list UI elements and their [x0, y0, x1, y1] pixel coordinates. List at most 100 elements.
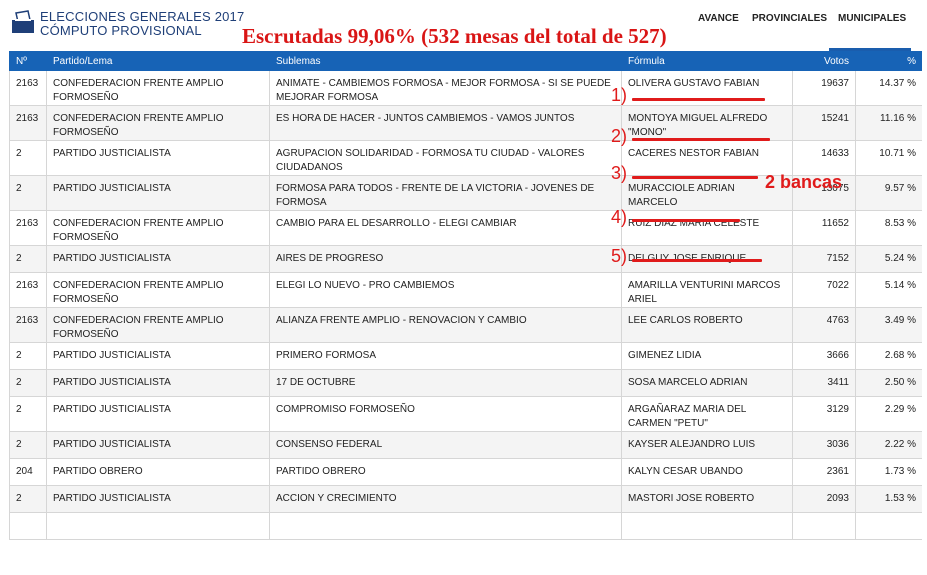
cell-number: 2163	[9, 210, 47, 246]
cell-formula	[621, 512, 793, 540]
annotation-underline-5	[632, 259, 762, 262]
cell-formula: LEE CARLOS ROBERTO	[621, 307, 793, 343]
cell-votes: 3036	[792, 431, 856, 459]
cell-percent: 3.49 %	[855, 307, 922, 343]
nav-municipales[interactable]: MUNICIPALES	[838, 13, 906, 24]
cell-sublemas: COMPROMISO FORMOSEÑO	[269, 396, 622, 432]
cell-party: PARTIDO OBRERO	[46, 458, 270, 486]
cell-sublemas: ALIANZA FRENTE AMPLIO - RENOVACION Y CAM…	[269, 307, 622, 343]
cell-party: CONFEDERACION FRENTE AMPLIO FORMOSEÑO	[46, 105, 270, 141]
cell-percent: 2.29 %	[855, 396, 922, 432]
cell-number: 2	[9, 175, 47, 211]
cell-votes: 11652	[792, 210, 856, 246]
nav-avance[interactable]: AVANCE	[698, 13, 739, 24]
col-header-sublemas[interactable]: Sublemas	[269, 51, 622, 71]
annotation-underline-3	[632, 176, 758, 179]
cell-votes: 4763	[792, 307, 856, 343]
cell-votes	[792, 512, 856, 540]
annotation-marker-4: 4)	[611, 207, 628, 227]
results-table-container: Nº Partido/Lema Sublemas Fórmula Votos %…	[9, 51, 922, 575]
cell-number: 204	[9, 458, 47, 486]
table-row: 2 PARTIDO JUSTICIALISTA CONSENSO FEDERAL KA…	[9, 431, 922, 459]
table-row: 2 PARTIDO JUSTICIALISTA 17 DE OCTUBRE SOSA …	[9, 369, 922, 397]
cell-party: CONFEDERACION FRENTE AMPLIO FORMOSEÑO	[46, 272, 270, 308]
col-header-formula[interactable]: Fórmula	[621, 51, 793, 71]
cell-votes: 14633	[792, 140, 856, 176]
table-row: 2 PARTIDO JUSTICIALISTA AGRUPACION SOLIDAR…	[9, 140, 922, 176]
cell-percent: 2.22 %	[855, 431, 922, 459]
cell-number: 2	[9, 245, 47, 273]
ballot-box-icon	[12, 10, 34, 33]
cell-percent: 1.53 %	[855, 485, 922, 513]
cell-sublemas: 17 DE OCTUBRE	[269, 369, 622, 397]
cell-number	[9, 512, 47, 540]
cell-sublemas: PRIMERO FORMOSA	[269, 342, 622, 370]
cell-votes: 3411	[792, 369, 856, 397]
cell-formula: SOSA MARCELO ADRIAN	[621, 369, 793, 397]
cell-sublemas: FORMOSA PARA TODOS - FRENTE DE LA VICTOR…	[269, 175, 622, 211]
bancas-annotation: 2 bancas	[765, 172, 843, 192]
cell-sublemas	[269, 512, 622, 540]
annotation-underline-2	[632, 138, 770, 141]
cell-number: 2	[9, 369, 47, 397]
cell-percent	[855, 512, 922, 540]
cell-number: 2163	[9, 272, 47, 308]
annotation-marker-2: 2)	[611, 126, 628, 146]
table-row: 2163 CONFEDERACION FRENTE AMPLIO FORMOSEÑ…	[9, 70, 922, 106]
cell-percent: 14.37 %	[855, 70, 922, 106]
annotation-underline-1	[632, 98, 765, 101]
cell-formula: RUIZ DIAZ MARIA CELESTE	[621, 210, 793, 246]
cell-party: PARTIDO JUSTICIALISTA	[46, 369, 270, 397]
cell-number: 2	[9, 396, 47, 432]
cell-votes: 2361	[792, 458, 856, 486]
col-header-votes[interactable]: Votos	[792, 51, 856, 71]
cell-votes: 2093	[792, 485, 856, 513]
cell-number: 2	[9, 485, 47, 513]
cell-percent: 2.68 %	[855, 342, 922, 370]
cell-party	[46, 512, 270, 540]
cell-formula: GIMENEZ LIDIA	[621, 342, 793, 370]
cell-number: 2	[9, 140, 47, 176]
cell-party: PARTIDO JUSTICIALISTA	[46, 431, 270, 459]
nav-provinciales[interactable]: PROVINCIALES	[752, 13, 827, 24]
table-row: 204 PARTIDO OBRERO PARTIDO OBRERO KALYN CES…	[9, 458, 922, 486]
cell-formula: ARGAÑARAZ MARIA DEL CARMEN "PETU"	[621, 396, 793, 432]
annotation-underline-4	[632, 219, 740, 222]
table-row: 2163 CONFEDERACION FRENTE AMPLIO FORMOSEÑ…	[9, 307, 922, 343]
table-row: 2PARTIDO JUSTICIALISTAAIRES DE PROGRESOD…	[9, 245, 922, 273]
cell-formula: AMARILLA VENTURINI MARCOS ARIEL	[621, 272, 793, 308]
cell-party: CONFEDERACION FRENTE AMPLIO FORMOSEÑO	[46, 307, 270, 343]
table-row: 2 PARTIDO JUSTICIALISTA COMPROMISO FORMOSE…	[9, 396, 922, 432]
cell-party: PARTIDO JUSTICIALISTA	[46, 342, 270, 370]
cell-party: PARTIDO JUSTICIALISTA	[46, 140, 270, 176]
annotation-marker-1: 1)	[611, 85, 628, 105]
cell-formula: MASTORI JOSE ROBERTO	[621, 485, 793, 513]
annotation-marker-5: 5)	[611, 246, 628, 266]
cell-party: CONFEDERACION FRENTE AMPLIO FORMOSEÑO	[46, 210, 270, 246]
cell-formula: KALYN CESAR UBANDO	[621, 458, 793, 486]
cell-percent: 10.71 %	[855, 140, 922, 176]
table-row: 2163 CONFEDERACION FRENTE AMPLIO FORMOSEÑ…	[9, 210, 922, 246]
annotation-marker-3: 3)	[611, 163, 628, 183]
cell-votes: 3666	[792, 342, 856, 370]
cell-number: 2	[9, 431, 47, 459]
app-title-line1: ELECCIONES GENERALES 2017	[40, 9, 245, 24]
cell-formula: MONTOYA MIGUEL ALFREDO "MONO"	[621, 105, 793, 141]
cell-votes: 7022	[792, 272, 856, 308]
cell-sublemas: PARTIDO OBRERO	[269, 458, 622, 486]
col-header-party[interactable]: Partido/Lema	[46, 51, 270, 71]
cell-votes: 7152	[792, 245, 856, 273]
cell-party: PARTIDO JUSTICIALISTA	[46, 396, 270, 432]
col-header-number[interactable]: Nº	[9, 51, 47, 71]
table-row	[9, 512, 922, 540]
cell-votes: 19637	[792, 70, 856, 106]
cell-percent: 8.53 %	[855, 210, 922, 246]
cell-sublemas: ES HORA DE HACER - JUNTOS CAMBIEMOS - VA…	[269, 105, 622, 141]
cell-sublemas: AGRUPACION SOLIDARIDAD - FORMOSA TU CIUD…	[269, 140, 622, 176]
cell-votes: 3129	[792, 396, 856, 432]
cell-percent: 1.73 %	[855, 458, 922, 486]
cell-formula: CACERES NESTOR FABIAN	[621, 140, 793, 176]
cell-sublemas: ELEGI LO NUEVO - PRO CAMBIEMOS	[269, 272, 622, 308]
cell-number: 2	[9, 342, 47, 370]
col-header-percent[interactable]: %	[855, 51, 922, 71]
